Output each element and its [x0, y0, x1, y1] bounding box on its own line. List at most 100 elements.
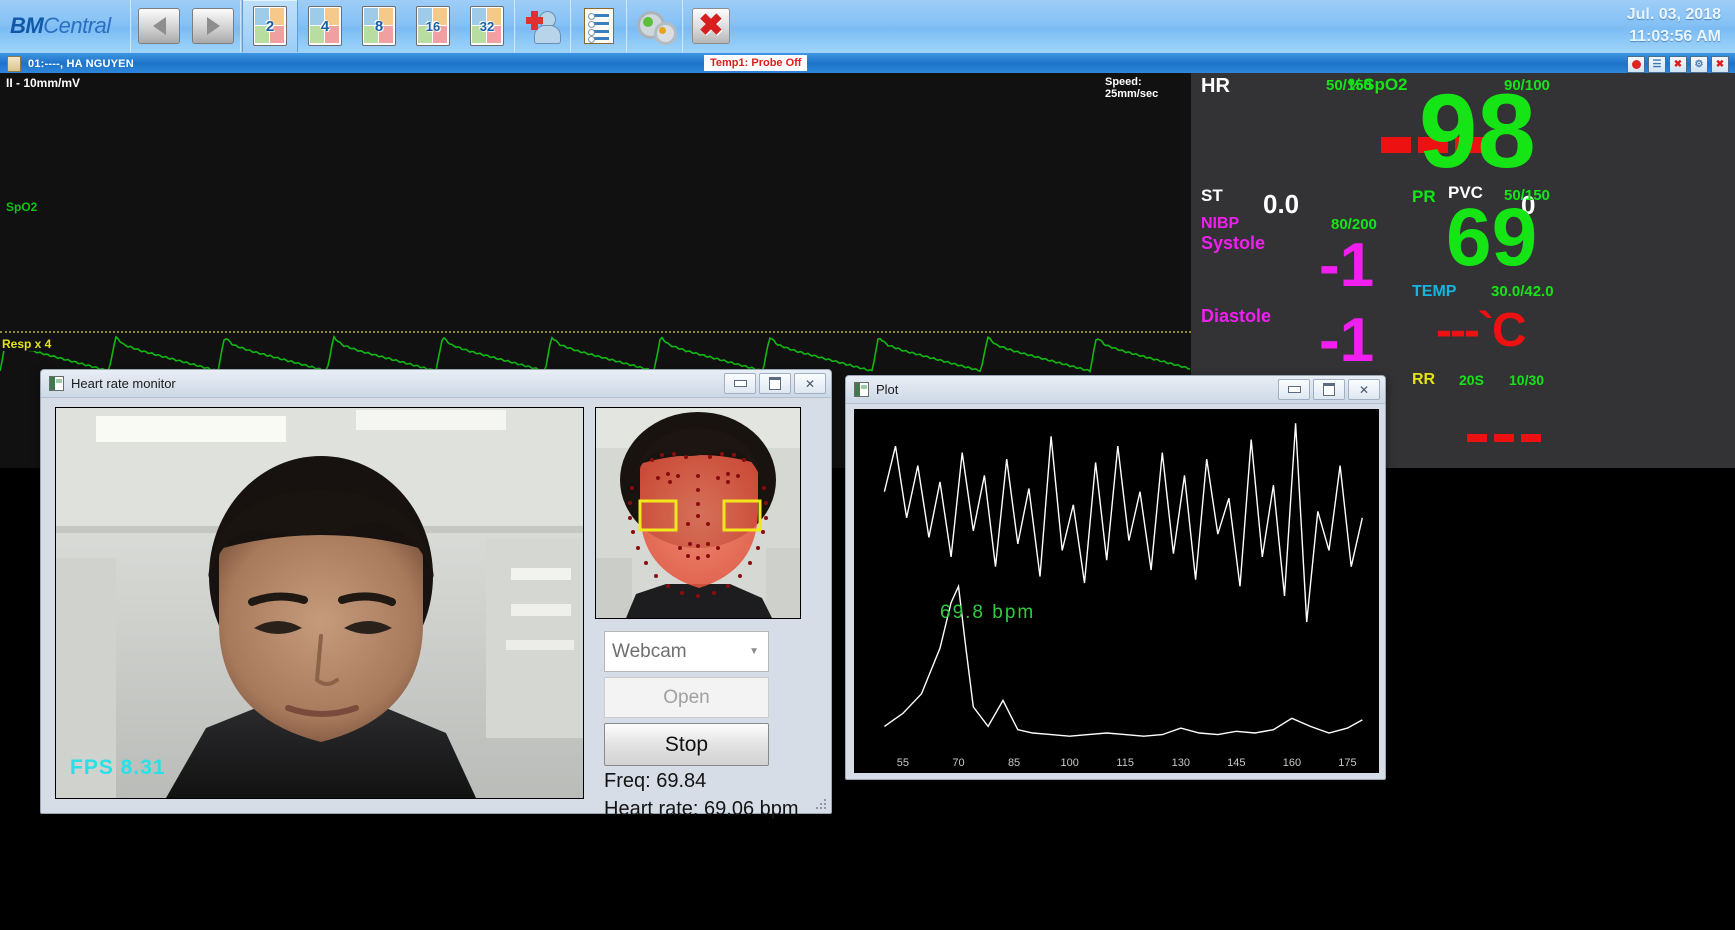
minimize-icon[interactable]	[1278, 379, 1310, 400]
alarm-off-icon[interactable]: ✖	[1669, 56, 1687, 73]
settings-button[interactable]	[628, 0, 682, 52]
frequency-readout: Freq: 69.84	[604, 770, 707, 792]
hrm-title-bar[interactable]: Heart rate monitor ✕	[41, 370, 831, 398]
temp-range: 30.0/42.0	[1491, 283, 1554, 300]
face-landmarks-overlay	[596, 408, 800, 618]
x-axis-tick: 55	[897, 757, 909, 769]
plot-window-buttons: ✕	[1278, 379, 1380, 400]
layout-16-label: 16	[425, 18, 441, 34]
exit-button[interactable]: ✖	[684, 0, 738, 52]
x-axis-tick: 70	[952, 757, 964, 769]
layout-4-label: 4	[320, 17, 330, 35]
chevron-down-icon: ▼	[749, 646, 759, 657]
patient-icon	[7, 55, 21, 72]
x-axis-tick: 160	[1283, 757, 1301, 769]
left-arrow-icon	[138, 8, 180, 44]
current-time: 11:03:56 AM	[1629, 28, 1721, 45]
x-axis-tick: 115	[1116, 757, 1134, 769]
temp-label: TEMP	[1412, 283, 1457, 300]
webcam-frame	[56, 408, 583, 798]
open-button[interactable]: Open	[604, 677, 769, 718]
layout-4-button[interactable]: 4	[298, 0, 352, 52]
waveform-divider	[0, 331, 1191, 333]
patient-list-button[interactable]	[572, 0, 626, 52]
layout-32-label: 32	[479, 18, 495, 34]
list-icon	[584, 8, 614, 44]
maximize-icon[interactable]	[1313, 379, 1345, 400]
x-axis-tick: 100	[1060, 757, 1078, 769]
layout-2-button[interactable]: 2	[242, 0, 298, 52]
close-bed-icon[interactable]: ✖	[1711, 56, 1729, 73]
rr-range: 10/30	[1509, 372, 1545, 388]
video-source-value: Webcam	[612, 640, 687, 662]
fps-overlay: FPS 8.31	[70, 756, 166, 779]
rr-label: RR	[1412, 371, 1436, 388]
patient-name-label: 01:----, HA NGUYEN	[28, 57, 134, 70]
rr-value	[1467, 434, 1541, 442]
patient-bar-icons: ☰ ✖ ⚙ ✖	[1627, 56, 1729, 73]
layout-16-button[interactable]: 16	[406, 0, 460, 52]
alarm-banner: Temp1: Probe Off	[704, 55, 808, 71]
x-axis-tick: 175	[1338, 757, 1356, 769]
brand-bm: BM	[10, 13, 44, 38]
x-axis-tick: 130	[1172, 757, 1190, 769]
nibp-systole-value: -1	[1319, 231, 1375, 300]
close-icon[interactable]: ✕	[1348, 379, 1380, 400]
app-logo: BMCentral	[10, 13, 130, 39]
x-axis-tick: 145	[1227, 757, 1245, 769]
brand-central: Central	[43, 13, 111, 38]
stop-button[interactable]: Stop	[604, 723, 769, 766]
minimize-icon[interactable]	[724, 373, 756, 394]
clock: Jul. 03, 2018 11:03:56 AM	[1627, 4, 1721, 48]
app-icon	[854, 382, 869, 397]
close-icon[interactable]: ✕	[794, 373, 826, 394]
heart-rate-monitor-window[interactable]: Heart rate monitor ✕ FPS 8.31 Webcam ▼ O…	[40, 369, 832, 820]
layout-16-icon: 16	[416, 6, 450, 46]
plot-canvas: 55 70 85 100 115 130 145 160 175 69.8 bpm	[854, 409, 1379, 773]
add-patient-icon	[526, 9, 561, 44]
pr-value: 69	[1446, 192, 1538, 283]
app-icon	[49, 376, 64, 391]
x-axis-tick: 85	[1008, 757, 1020, 769]
prev-patient-button[interactable]	[132, 0, 186, 52]
st-value: 0.0	[1263, 189, 1300, 219]
resize-grip[interactable]	[816, 799, 828, 811]
patient-info-icon[interactable]: ☰	[1648, 56, 1666, 73]
plot-window[interactable]: Plot ✕ 55 70 85 100 115 130 145 160 175 69.8 bpm	[845, 375, 1386, 780]
hr-label: HR	[1201, 75, 1230, 97]
video-source-select[interactable]: Webcam ▼	[604, 631, 769, 672]
admit-patient-button[interactable]	[516, 0, 570, 52]
layout-8-label: 8	[374, 17, 384, 35]
bpm-annotation: 69.8 bpm	[940, 602, 1036, 623]
webcam-video-feed: FPS 8.31	[55, 407, 584, 799]
layout-2-label: 2	[265, 17, 275, 35]
close-icon-glyph: ✖	[698, 9, 724, 42]
settings-patient-icon[interactable]: ⚙	[1690, 56, 1708, 73]
plot-svg: 55 70 85 100 115 130 145 160 175	[883, 423, 1363, 769]
plot-title-bar[interactable]: Plot ✕	[846, 376, 1385, 404]
resp-trace-label: Resp x 4	[2, 337, 52, 351]
hrm-title: Heart rate monitor	[71, 376, 176, 391]
face-tracking-preview	[595, 407, 801, 619]
nibp-diastole-label: Diastole	[1201, 306, 1272, 326]
maximize-icon[interactable]	[759, 373, 791, 394]
pr-label: PR	[1412, 187, 1436, 206]
heart-rate-readout: Heart rate: 69.06 bpm	[604, 798, 799, 820]
layout-32-icon: 32	[470, 6, 504, 46]
plot-title: Plot	[876, 382, 899, 397]
close-icon: ✖	[692, 8, 730, 44]
layout-2-icon: 2	[253, 6, 287, 46]
nibp-systole-label: Systole	[1201, 233, 1266, 253]
current-date: Jul. 03, 2018	[1626, 6, 1721, 23]
hrm-window-buttons: ✕	[724, 373, 826, 394]
layout-4-icon: 4	[308, 6, 342, 46]
layout-8-button[interactable]: 8	[352, 0, 406, 52]
layout-32-button[interactable]: 32	[460, 0, 514, 52]
nibp-diastole-value: -1	[1319, 306, 1375, 375]
st-label: ST	[1201, 186, 1223, 205]
record-icon[interactable]	[1627, 56, 1645, 73]
next-patient-button[interactable]	[186, 0, 240, 52]
temp-value: ---`C	[1436, 304, 1527, 357]
main-toolbar: BMCentral 2 4 8 16 32 ✖ Jul. 03, 2018 11…	[0, 0, 1735, 52]
patient-bar[interactable]: 01:----, HA NGUYEN Temp1: Probe Off ☰ ✖ …	[0, 52, 1735, 74]
